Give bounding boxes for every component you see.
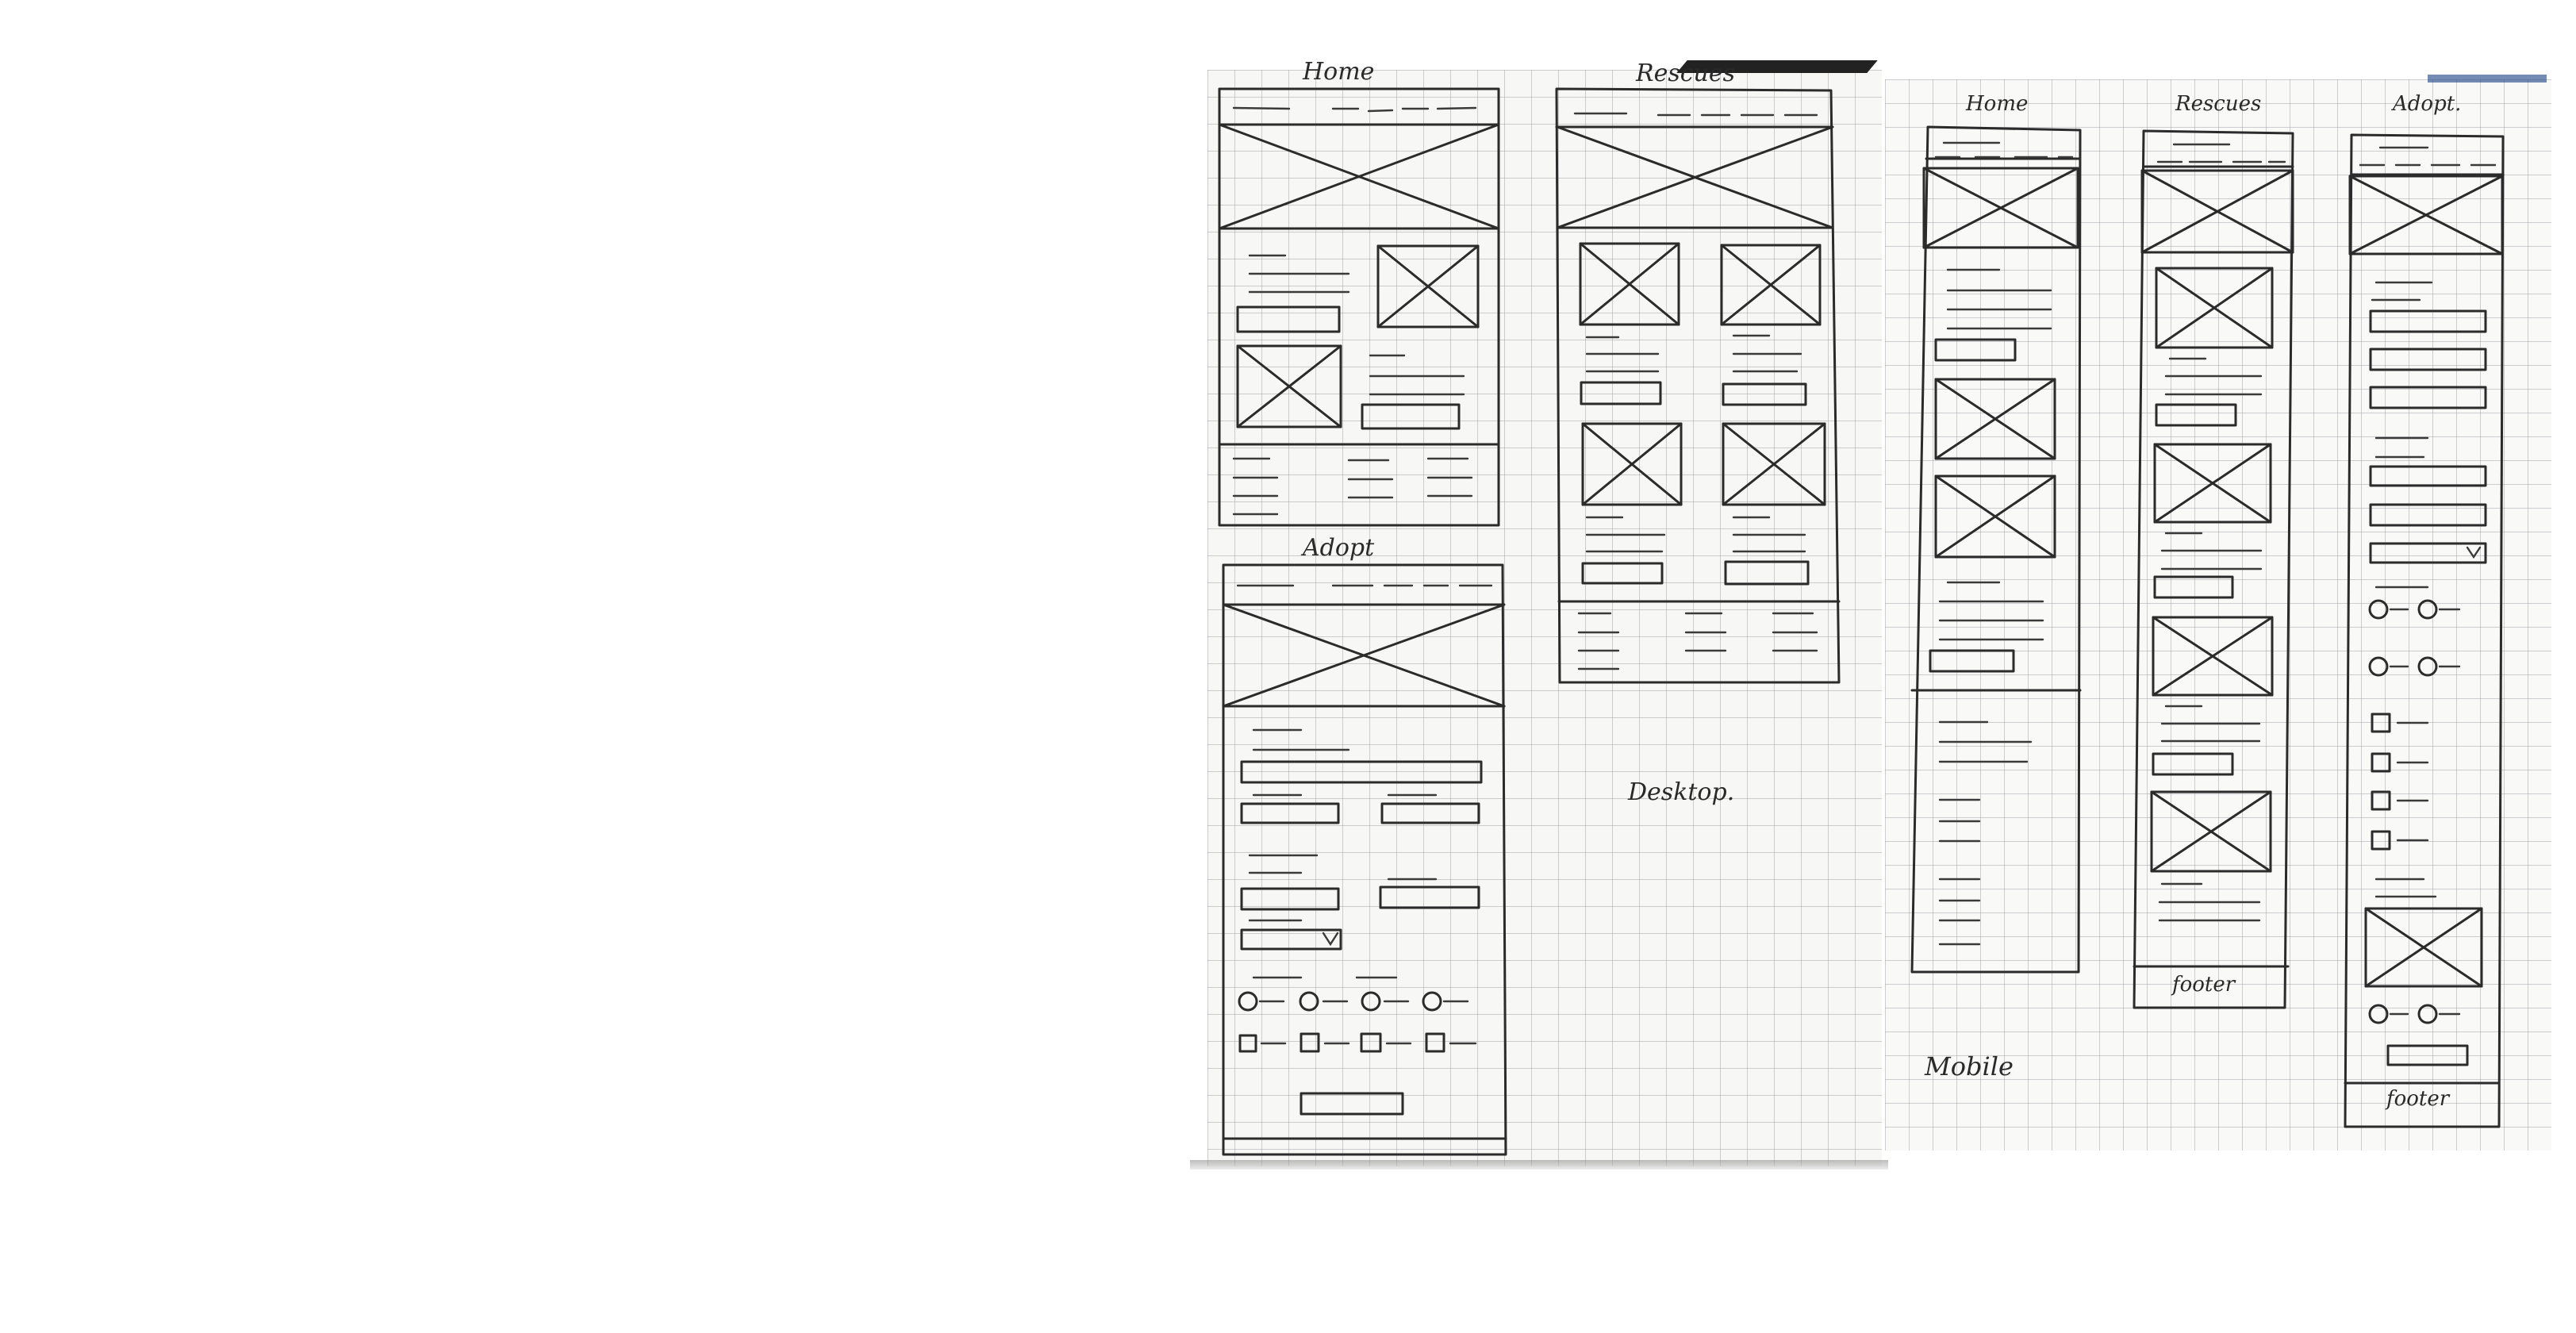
label-desktop-home: Home [1303,58,1375,86]
label-mobile-adopt: Adopt. [2393,92,2462,116]
wireframe-sketches [1218,87,2505,1156]
desktop-home-wireframe [1218,87,1500,527]
mobile-rescues-wireframe [2133,129,2294,1009]
label-footer-rescues: footer [2172,973,2236,997]
label-mobile-home: Home [1966,92,2029,116]
desktop-rescues-wireframe [1555,87,1841,684]
label-desktop: Desktop. [1628,778,1735,806]
mobile-adopt-wireframe [2344,133,2505,1128]
mobile-home-wireframe [1910,125,2082,974]
label-desktop-adopt: Adopt [1303,534,1375,562]
label-mobile-rescues: Rescues [2175,92,2262,116]
desktop-adopt-wireframe [1222,563,1507,1156]
label-footer-adopt: footer [2386,1087,2450,1111]
label-mobile: Mobile [1925,1051,2014,1081]
label-desktop-rescues: Rescues [1636,60,1736,87]
